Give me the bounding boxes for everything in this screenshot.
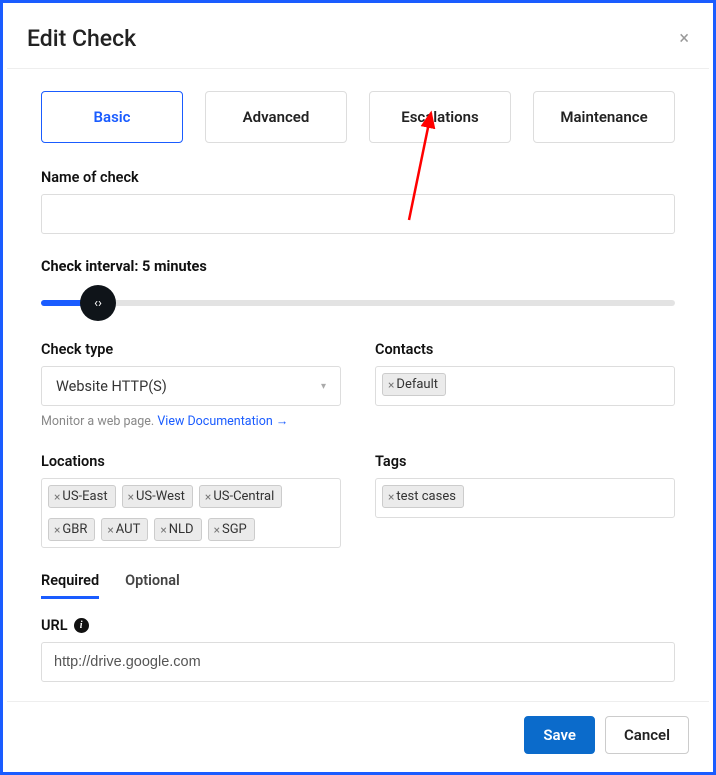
locations-tags-row: Locations ×US-East×US-West×US-Central×GB… — [41, 453, 675, 548]
contact-chip[interactable]: ×Default — [382, 373, 446, 396]
tab-basic[interactable]: Basic — [41, 91, 183, 143]
chip-label: US-West — [136, 489, 185, 504]
check-interval-slider[interactable]: ‹› — [41, 289, 675, 317]
tab-label: Escalations — [401, 108, 479, 126]
url-section: URL i — [41, 617, 675, 682]
name-of-check-label: Name of check — [41, 169, 675, 186]
field-subtabs: Required Optional — [41, 572, 675, 599]
check-type-col: Check type Website HTTP(S) ▾ Monitor a w… — [41, 341, 341, 429]
remove-chip-icon[interactable]: × — [214, 523, 220, 537]
modal-footer: Save Cancel — [7, 701, 709, 768]
tags-col: Tags ×test cases — [375, 453, 675, 548]
url-label-row: URL i — [41, 617, 675, 634]
locations-col: Locations ×US-East×US-West×US-Central×GB… — [41, 453, 341, 548]
check-type-hint: Monitor a web page. View Documentation → — [41, 414, 341, 429]
cancel-button[interactable]: Cancel — [605, 716, 689, 754]
info-icon[interactable]: i — [74, 618, 89, 633]
locations-label: Locations — [41, 453, 341, 470]
slider-handle[interactable]: ‹› — [80, 285, 116, 321]
check-type-select[interactable]: Website HTTP(S) ▾ — [41, 366, 341, 406]
location-chip[interactable]: ×US-West — [122, 485, 193, 508]
chip-label: SGP — [222, 522, 247, 537]
tag-chip[interactable]: ×test cases — [382, 485, 464, 508]
view-documentation-link[interactable]: View Documentation → — [157, 414, 288, 429]
chip-label: test cases — [396, 489, 456, 504]
location-chip[interactable]: ×GBR — [48, 518, 95, 541]
main-tabs: Basic Advanced Escalations Maintenance — [41, 91, 675, 143]
name-of-check-input[interactable] — [41, 194, 675, 234]
subtab-optional[interactable]: Optional — [125, 572, 180, 599]
chevron-down-icon: ▾ — [321, 381, 326, 392]
locations-chip-input[interactable]: ×US-East×US-West×US-Central×GBR×AUT×NLD×… — [41, 478, 341, 548]
tab-label: Basic — [93, 108, 130, 126]
remove-chip-icon[interactable]: × — [54, 490, 60, 504]
tab-label: Maintenance — [560, 108, 647, 126]
chip-label: GBR — [62, 522, 87, 537]
tab-label: Advanced — [243, 108, 310, 126]
location-chip[interactable]: ×US-East — [48, 485, 116, 508]
location-chip[interactable]: ×NLD — [154, 518, 201, 541]
modal-header: Edit Check × — [7, 7, 709, 69]
chip-label: US-Central — [213, 489, 274, 504]
close-icon[interactable]: × — [679, 30, 689, 48]
check-interval-label: Check interval: 5 minutes — [41, 258, 675, 275]
check-type-label: Check type — [41, 341, 341, 358]
contacts-label: Contacts — [375, 341, 675, 358]
chip-label: Default — [396, 377, 438, 392]
slider-track — [41, 300, 675, 306]
modal-frame: Edit Check × Basic Advanced Escalations … — [0, 0, 716, 775]
remove-chip-icon[interactable]: × — [128, 490, 134, 504]
modal-inner: Edit Check × Basic Advanced Escalations … — [7, 7, 709, 768]
location-chip[interactable]: ×AUT — [101, 518, 148, 541]
contacts-col: Contacts ×Default — [375, 341, 675, 429]
tags-chip-input[interactable]: ×test cases — [375, 478, 675, 518]
check-interval-section: Check interval: 5 minutes ‹› — [41, 258, 675, 317]
location-chip[interactable]: ×SGP — [208, 518, 255, 541]
url-input[interactable] — [41, 642, 675, 682]
location-chip[interactable]: ×US-Central — [199, 485, 282, 508]
tags-label: Tags — [375, 453, 675, 470]
tab-advanced[interactable]: Advanced — [205, 91, 347, 143]
chip-label: NLD — [169, 522, 194, 537]
tab-escalations[interactable]: Escalations — [369, 91, 511, 143]
remove-chip-icon[interactable]: × — [205, 490, 211, 504]
tab-maintenance[interactable]: Maintenance — [533, 91, 675, 143]
contacts-chip-input[interactable]: ×Default — [375, 366, 675, 406]
modal-body: Basic Advanced Escalations Maintenance N… — [7, 69, 709, 701]
chip-label: US-East — [62, 489, 107, 504]
remove-chip-icon[interactable]: × — [54, 523, 60, 537]
remove-chip-icon[interactable]: × — [388, 378, 394, 392]
save-button[interactable]: Save — [524, 716, 595, 754]
type-contacts-row: Check type Website HTTP(S) ▾ Monitor a w… — [41, 341, 675, 429]
remove-chip-icon[interactable]: × — [388, 490, 394, 504]
slider-handle-icon: ‹› — [94, 296, 102, 311]
name-of-check-section: Name of check — [41, 169, 675, 234]
check-type-selected: Website HTTP(S) — [56, 378, 167, 395]
remove-chip-icon[interactable]: × — [160, 523, 166, 537]
modal-title: Edit Check — [27, 25, 136, 52]
remove-chip-icon[interactable]: × — [107, 523, 113, 537]
chip-label: AUT — [116, 522, 141, 537]
url-label: URL — [41, 617, 68, 634]
subtab-required[interactable]: Required — [41, 572, 99, 599]
